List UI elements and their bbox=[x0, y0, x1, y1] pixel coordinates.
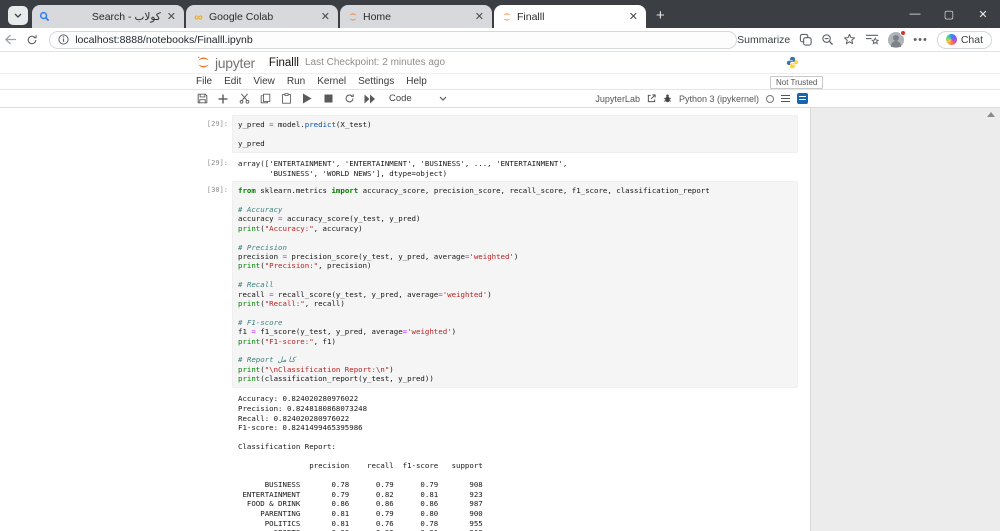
output-text: array(['ENTERTAINMENT', 'ENTERTAINMENT',… bbox=[238, 159, 568, 178]
jupyter-favicon-icon bbox=[346, 10, 359, 23]
menu-kernel[interactable]: Kernel bbox=[317, 76, 355, 87]
avatar-person-icon bbox=[893, 34, 900, 41]
code-text: from sklearn.metrics import accuracy_sco… bbox=[238, 186, 710, 384]
copy-cell-button[interactable] bbox=[259, 93, 271, 105]
browser-tab-finalll-active[interactable]: Finalll ✕ bbox=[494, 5, 646, 28]
code-input[interactable]: from sklearn.metrics import accuracy_sco… bbox=[232, 181, 798, 389]
favorites-star-icon[interactable] bbox=[843, 33, 856, 46]
notebook-mode-icon[interactable] bbox=[797, 93, 808, 104]
restart-run-all-button[interactable] bbox=[364, 93, 376, 105]
run-cell-button[interactable] bbox=[301, 93, 313, 105]
jupyter-logo-icon bbox=[197, 56, 209, 68]
chevron-down-icon bbox=[14, 13, 22, 18]
browser-titlebar: Search - كولاب ✕ ∞ Google Colab ✕ Home ✕… bbox=[0, 0, 1000, 28]
jupyter-favicon-icon bbox=[500, 10, 513, 23]
cut-cell-button[interactable] bbox=[238, 93, 250, 105]
minimize-button[interactable]: — bbox=[898, 8, 932, 20]
tab-title: Finalll bbox=[517, 10, 545, 23]
avatar-person-icon bbox=[891, 40, 902, 47]
notebook-toolbar: Code JupyterLab Python 3 (ipykernel) bbox=[0, 90, 1000, 108]
browser-tab-search[interactable]: Search - كولاب ✕ bbox=[32, 5, 184, 28]
tab-title: Search - كولاب bbox=[91, 10, 161, 23]
scrollbar-up-icon[interactable] bbox=[987, 112, 995, 117]
new-tab-button[interactable]: + bbox=[656, 8, 665, 23]
close-window-button[interactable]: ✕ bbox=[966, 8, 1000, 21]
chat-label: Chat bbox=[960, 33, 983, 46]
jupyter-logo-text[interactable]: jupyter bbox=[215, 55, 255, 71]
summarize-icon[interactable] bbox=[799, 33, 812, 46]
code-text: y_pred = model.predict(X_test) y_pred bbox=[238, 120, 372, 148]
notebook-menubar: File Edit View Run Kernel Settings Help … bbox=[0, 74, 1000, 90]
hamburger-menu-icon[interactable] bbox=[781, 95, 790, 102]
site-info-icon[interactable] bbox=[58, 34, 69, 45]
more-menu-icon[interactable]: ••• bbox=[913, 34, 928, 46]
tab-close-icon[interactable]: ✕ bbox=[627, 10, 640, 23]
tab-close-icon[interactable]: ✕ bbox=[319, 10, 332, 23]
output-prompt: [29]: bbox=[206, 159, 228, 168]
notebook-header: jupyter Finalll Last Checkpoint: 2 minut… bbox=[0, 52, 1000, 74]
address-bar-actions: Summarize ••• Chat bbox=[737, 29, 1000, 49]
menu-view[interactable]: View bbox=[253, 76, 284, 87]
cell-type-chevron-icon[interactable] bbox=[437, 93, 449, 105]
notebook-content: [29]: y_pred = model.predict(X_test) y_pr… bbox=[0, 108, 1000, 531]
kernel-status-icon[interactable] bbox=[766, 94, 774, 103]
checkpoint-status: Last Checkpoint: 2 minutes ago bbox=[304, 57, 446, 68]
collections-icon[interactable] bbox=[865, 33, 880, 46]
zoom-out-icon[interactable] bbox=[821, 33, 834, 46]
input-prompt: [30]: bbox=[206, 186, 228, 195]
interrupt-kernel-button[interactable] bbox=[322, 93, 334, 105]
cell-type-dropdown[interactable]: Code bbox=[389, 93, 412, 104]
trust-status-button[interactable]: Not Trusted bbox=[770, 76, 824, 89]
tab-close-icon[interactable]: ✕ bbox=[473, 10, 486, 23]
copilot-chat-button[interactable]: Chat bbox=[936, 30, 992, 49]
back-icon[interactable] bbox=[0, 34, 22, 45]
maximize-button[interactable]: ▢ bbox=[932, 8, 966, 21]
restart-kernel-button[interactable] bbox=[343, 93, 355, 105]
url-bar[interactable]: localhost:8888/notebooks/Finalll.ipynb bbox=[49, 30, 738, 49]
save-button[interactable] bbox=[196, 93, 208, 105]
notebook-title[interactable]: Finalll bbox=[269, 57, 299, 69]
menu-run[interactable]: Run bbox=[287, 76, 314, 87]
search-favicon-icon bbox=[38, 10, 51, 23]
python-logo-icon bbox=[786, 56, 799, 69]
browser-address-bar: localhost:8888/notebooks/Finalll.ipynb S… bbox=[0, 28, 1000, 52]
output-prompt bbox=[196, 393, 228, 531]
input-prompt: [29]: bbox=[206, 120, 228, 128]
toolbar-right: JupyterLab Python 3 (ipykernel) bbox=[595, 93, 808, 104]
refresh-icon[interactable] bbox=[22, 34, 44, 46]
window-controls: — ▢ ✕ bbox=[898, 0, 1000, 28]
menu-settings[interactable]: Settings bbox=[358, 76, 403, 87]
summarize-button[interactable]: Summarize bbox=[737, 34, 790, 46]
debugger-bug-icon[interactable] bbox=[663, 94, 672, 103]
tab-title: Home bbox=[363, 10, 392, 23]
copilot-icon bbox=[945, 34, 957, 45]
browser-tab-home[interactable]: Home ✕ bbox=[340, 5, 492, 28]
tab-title: Google Colab bbox=[209, 10, 274, 23]
tab-close-icon[interactable]: ✕ bbox=[165, 10, 178, 23]
code-input[interactable]: y_pred = model.predict(X_test) y_pred bbox=[232, 115, 798, 154]
url-text: localhost:8888/notebooks/Finalll.ipynb bbox=[75, 33, 253, 46]
colab-favicon-icon: ∞ bbox=[194, 9, 203, 24]
tab-search-button[interactable] bbox=[8, 6, 28, 25]
profile-avatar[interactable] bbox=[888, 29, 907, 48]
browser-tab-colab[interactable]: ∞ Google Colab ✕ bbox=[186, 5, 338, 28]
notification-dot bbox=[900, 29, 907, 36]
menu-file[interactable]: File bbox=[196, 76, 221, 87]
add-cell-button[interactable] bbox=[217, 93, 229, 105]
paste-cell-button[interactable] bbox=[280, 93, 292, 105]
menu-edit[interactable]: Edit bbox=[224, 76, 250, 87]
open-in-jupyterlab-link[interactable]: JupyterLab bbox=[595, 94, 640, 104]
menu-help[interactable]: Help bbox=[406, 76, 436, 87]
page-background-pane bbox=[810, 108, 1000, 531]
kernel-name[interactable]: Python 3 (ipykernel) bbox=[679, 94, 759, 104]
external-link-icon[interactable] bbox=[647, 94, 656, 103]
output-text: Accuracy: 0.824020280976022 Precision: 0… bbox=[238, 394, 483, 531]
